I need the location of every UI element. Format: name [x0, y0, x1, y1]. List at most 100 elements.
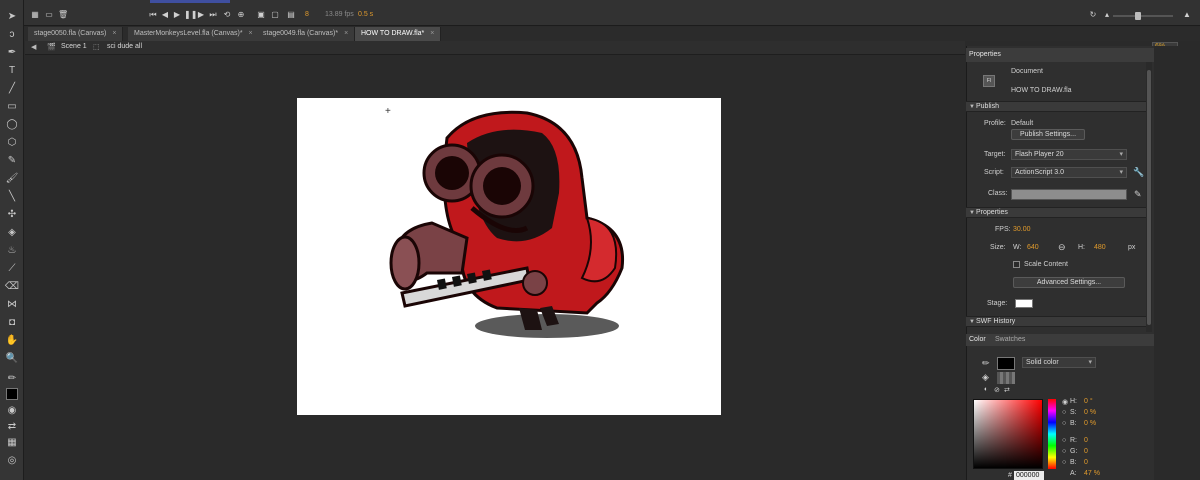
close-icon[interactable]: ×: [112, 30, 116, 37]
s-value[interactable]: 0 %: [1084, 409, 1096, 416]
loop-icon[interactable]: ⟲: [222, 10, 232, 19]
color-picker-field[interactable]: [973, 399, 1043, 469]
play-icon[interactable]: ▶: [172, 10, 182, 19]
new-folder-icon[interactable]: ▭: [44, 10, 54, 19]
fps-value[interactable]: 30.00: [1013, 226, 1031, 233]
tab-swatches[interactable]: Swatches: [995, 336, 1025, 343]
symbol-name[interactable]: sci dude all: [107, 43, 142, 50]
height-value[interactable]: 480: [1094, 244, 1106, 251]
edit-multiple-frames-icon[interactable]: ▤: [286, 10, 296, 19]
swf-history-section-header[interactable]: ▼ SWF History: [966, 316, 1148, 327]
bone-tool-icon[interactable]: ✣: [4, 208, 20, 222]
selection-tool-icon[interactable]: ➤: [4, 10, 20, 24]
close-icon[interactable]: ×: [249, 30, 253, 37]
fill-swatch[interactable]: [997, 372, 1015, 384]
snap-icon[interactable]: ▦: [4, 436, 20, 450]
collapse-icon[interactable]: ▼: [969, 104, 975, 110]
script-select[interactable]: ActionScript 3.0: [1011, 167, 1127, 178]
paint-bucket-tool-icon[interactable]: ◈: [4, 226, 20, 240]
publish-settings-button[interactable]: Publish Settings...: [1011, 129, 1085, 140]
oval-tool-icon[interactable]: ◯: [4, 118, 20, 132]
hand-tool-icon[interactable]: ✋: [4, 334, 20, 348]
onion-skin-icon[interactable]: ▣: [256, 10, 266, 19]
wrench-icon[interactable]: 🔧: [1133, 167, 1144, 178]
s-radio-icon[interactable]: ○: [1062, 409, 1066, 416]
r-value[interactable]: 0: [1084, 437, 1088, 444]
edit-class-icon[interactable]: ✎: [1134, 189, 1142, 200]
tab-color[interactable]: Color: [969, 336, 986, 343]
refresh-icon[interactable]: ↻: [1088, 10, 1098, 19]
pause-icon[interactable]: ❚❚: [184, 10, 197, 19]
pencil-tool-icon[interactable]: ✎: [4, 154, 20, 168]
line-tool-icon[interactable]: ╱: [4, 82, 20, 96]
paint-brush-tool-icon[interactable]: 🖌: [4, 172, 20, 186]
timeline-layer-strip[interactable]: [150, 0, 230, 3]
advanced-settings-button[interactable]: Advanced Settings...: [1013, 277, 1125, 288]
collapse-icon[interactable]: ▼: [969, 210, 975, 216]
go-last-frame-icon[interactable]: ⏭: [208, 10, 218, 19]
scale-content-checkbox[interactable]: [1013, 261, 1020, 268]
close-icon[interactable]: ×: [430, 30, 434, 37]
step-back-icon[interactable]: ◀: [160, 10, 170, 19]
center-frame-icon[interactable]: ⊕: [236, 10, 246, 19]
collapse-icon[interactable]: ▼: [969, 319, 975, 325]
width-value[interactable]: 640: [1027, 244, 1039, 251]
hsb-radio-icon[interactable]: ◉: [1062, 398, 1068, 406]
lasso-tool-icon[interactable]: ↄ: [4, 28, 20, 42]
swap-icon[interactable]: ⇄: [1004, 386, 1010, 394]
blue-radio-icon[interactable]: ○: [1062, 459, 1066, 466]
rectangle-tool-icon[interactable]: ▭: [4, 100, 20, 114]
g-radio-icon[interactable]: ○: [1062, 448, 1066, 455]
stage-canvas[interactable]: [297, 98, 721, 415]
delete-layer-icon[interactable]: 🗑: [58, 10, 68, 19]
fill-type-select[interactable]: Solid color: [1022, 357, 1096, 368]
pen-tool-icon[interactable]: ✒: [4, 46, 20, 60]
properties-section-header[interactable]: ▼ Properties: [966, 207, 1148, 218]
swap-colors-icon[interactable]: ⇄: [4, 420, 20, 434]
hex-input[interactable]: 000000: [1014, 471, 1044, 480]
stroke-color-icon[interactable]: ✏: [4, 372, 20, 386]
new-layer-icon[interactable]: ▦: [30, 10, 40, 19]
stroke-swatch[interactable]: [997, 357, 1015, 370]
tab-stage0050[interactable]: stage0050.fla (Canvas) ×: [28, 27, 124, 41]
fill-bucket-icon[interactable]: ◈: [982, 372, 989, 383]
tab-master-monkeys[interactable]: MasterMonkeysLevel.fla (Canvas)* ×: [128, 27, 260, 41]
blue-value[interactable]: 0: [1084, 459, 1088, 466]
timeline-zoom-slider[interactable]: [1113, 15, 1173, 17]
properties-tab[interactable]: Properties: [966, 48, 1154, 62]
b-value[interactable]: 0 %: [1084, 420, 1096, 427]
stroke-color-swatch[interactable]: [6, 388, 18, 400]
ink-bottle-tool-icon[interactable]: ♨: [4, 244, 20, 258]
class-input[interactable]: [1011, 189, 1127, 200]
hue-slider[interactable]: [1048, 399, 1056, 469]
h-value[interactable]: 0 °: [1084, 398, 1093, 405]
onion-outline-icon[interactable]: ▢: [270, 10, 280, 19]
stage-color-swatch[interactable]: [1015, 299, 1033, 308]
camera-tool-icon[interactable]: ◘: [4, 316, 20, 330]
scrollbar-thumb[interactable]: [1147, 70, 1151, 325]
current-frame[interactable]: 8: [305, 11, 309, 18]
stroke-pencil-icon[interactable]: ✏: [982, 358, 990, 369]
eyedropper-tool-icon[interactable]: ⟋: [4, 262, 20, 276]
eraser-tool-icon[interactable]: ⌫: [4, 280, 20, 294]
link-icon[interactable]: ⊖: [1058, 242, 1066, 253]
go-first-frame-icon[interactable]: ⏮: [148, 10, 158, 19]
zoom-in-icon[interactable]: ▲: [1182, 10, 1192, 19]
no-color-icon[interactable]: ⊘: [994, 386, 1000, 394]
scene-name[interactable]: Scene 1: [61, 43, 87, 50]
fill-color-icon[interactable]: ◉: [4, 404, 20, 418]
zoom-tool-icon[interactable]: 🔍: [4, 352, 20, 366]
text-tool-icon[interactable]: T: [4, 64, 20, 78]
b-radio-icon[interactable]: ○: [1062, 420, 1066, 427]
tab-stage0049[interactable]: stage0049.fla (Canvas)* ×: [257, 27, 356, 41]
publish-section-header[interactable]: ▼ Publish: [966, 101, 1148, 112]
r-radio-icon[interactable]: ○: [1062, 437, 1066, 444]
width-tool-icon[interactable]: ⋈: [4, 298, 20, 312]
polystar-tool-icon[interactable]: ⬡: [4, 136, 20, 150]
black-white-icon[interactable]: ◐: [984, 386, 988, 393]
target-select[interactable]: Flash Player 20: [1011, 149, 1127, 160]
zoom-out-icon[interactable]: ▴: [1102, 10, 1112, 19]
step-forward-icon[interactable]: ▶: [196, 10, 206, 19]
back-arrow-icon[interactable]: ◀: [31, 43, 36, 51]
brush-tool-icon[interactable]: ╲: [4, 190, 20, 204]
